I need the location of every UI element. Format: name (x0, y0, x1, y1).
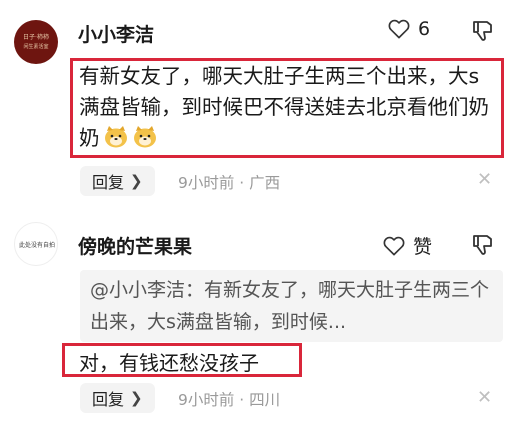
like-button[interactable]: 6 (388, 18, 430, 40)
heart-outline-icon (388, 19, 410, 39)
comment-meta: 9小时前 · 广西 (178, 174, 281, 192)
doge-emoji (133, 126, 156, 148)
like-count: 赞 (413, 236, 433, 258)
comment-text: 有新女友了，哪天大肚子生两三个出来，大s满盘皆输，到时候巴不得送娃去北京看他们奶… (79, 61, 499, 154)
chevron-right-icon: ❯ (130, 389, 143, 407)
svg-text:此处没有自拍: 此处没有自拍 (19, 241, 55, 249)
comment-meta: 9小时前 · 四川 (178, 391, 281, 409)
username[interactable]: 傍晚的芒果果 (78, 232, 192, 259)
thumbs-down-icon[interactable] (470, 20, 494, 42)
thumbs-down-icon[interactable] (470, 234, 494, 256)
like-count: 6 (418, 18, 431, 40)
reply-button[interactable]: 回复 ❯ (80, 383, 155, 413)
avatar-logo: 此处没有自拍 (19, 241, 55, 249)
reply-label: 回复 (92, 390, 125, 409)
avatar[interactable]: 日子·柿柿 闲生素活室 (14, 20, 58, 64)
doge-emoji (104, 126, 127, 148)
close-icon[interactable]: ✕ (477, 169, 492, 190)
chevron-right-icon: ❯ (130, 172, 143, 190)
comment-text: 对，有钱还愁没孩子 (79, 351, 259, 375)
avatar[interactable]: 此处没有自拍 (14, 222, 58, 266)
reply-label: 回复 (92, 173, 125, 192)
reply-button[interactable]: 回复 ❯ (80, 166, 155, 196)
heart-outline-icon (383, 236, 405, 255)
like-button[interactable]: 赞 (383, 232, 432, 259)
svg-text:闲生素活室: 闲生素活室 (23, 43, 48, 50)
username[interactable]: 小小李洁 (78, 20, 154, 47)
svg-text:日子·柿柿: 日子·柿柿 (23, 33, 49, 41)
avatar-logo: 日子·柿柿 闲生素活室 (23, 33, 49, 50)
quoted-comment[interactable]: @小小李洁：有新女友了，哪天大肚子生两三个出来，大s满盘皆输，到时候... (80, 270, 503, 342)
close-icon[interactable]: ✕ (477, 387, 492, 408)
